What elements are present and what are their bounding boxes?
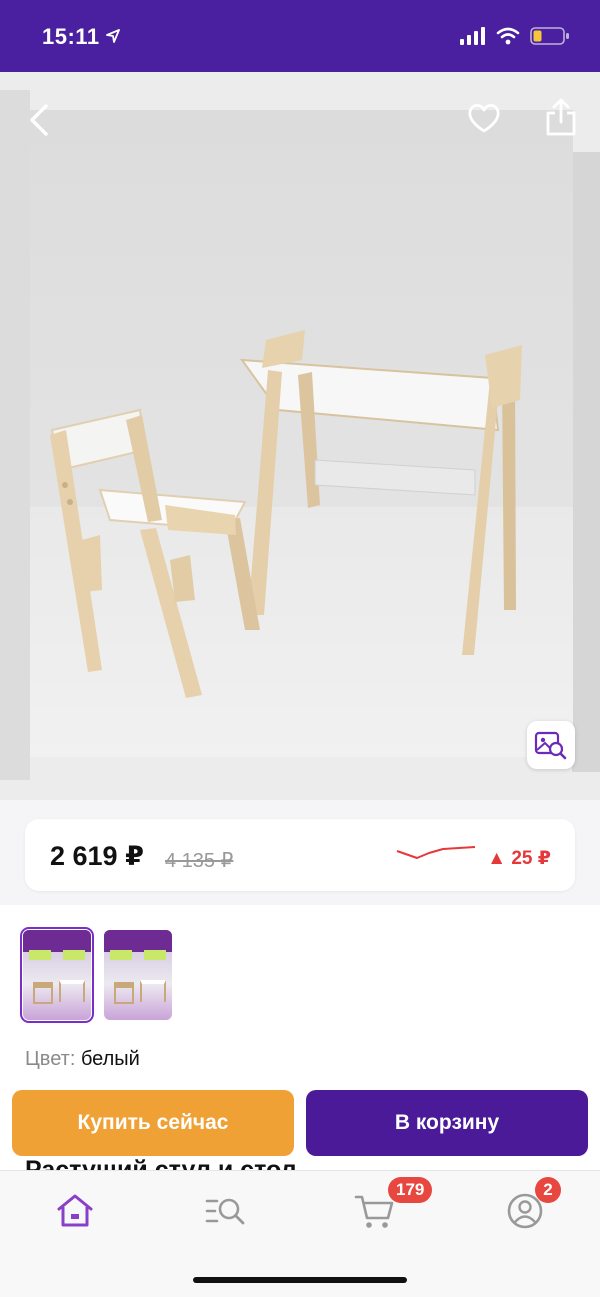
- color-selector: Цвет: белый: [25, 1048, 140, 1071]
- old-price: 4 135 ₽: [165, 850, 234, 872]
- next-photo-peek: [572, 152, 600, 772]
- share-icon: [546, 98, 576, 136]
- catalog-search-icon: [205, 1198, 245, 1225]
- home-icon: [57, 1194, 93, 1227]
- cellular-signal-icon: [460, 27, 485, 45]
- cart-badge: 179: [388, 1177, 433, 1203]
- variant-thumbnail-1[interactable]: [20, 927, 94, 1023]
- buy-now-button[interactable]: Купить сейчас: [12, 1090, 294, 1156]
- price-trend-chart: [396, 846, 476, 859]
- price-change: ▲ 25 ₽: [487, 848, 551, 869]
- heart-icon: [468, 103, 500, 133]
- profile-badge: 2: [535, 1177, 561, 1203]
- favorite-button[interactable]: [464, 98, 504, 138]
- location-arrow-icon: [106, 29, 121, 43]
- visual-search-button[interactable]: [527, 721, 575, 769]
- share-button[interactable]: [543, 96, 579, 138]
- previous-photo-peek: [0, 90, 30, 780]
- status-bar: 15:11: [0, 0, 600, 72]
- color-value: белый: [80, 1048, 140, 1070]
- variant-thumbnail-2[interactable]: [104, 930, 172, 1020]
- tab-home[interactable]: [53, 1191, 97, 1231]
- add-to-cart-button[interactable]: В корзину: [306, 1090, 588, 1156]
- home-indicator: [193, 1277, 407, 1283]
- price-card[interactable]: 2 619 ₽ 4 135 ₽ ▲ 25 ₽: [25, 819, 575, 891]
- chevron-left-icon: [30, 104, 48, 136]
- tab-catalog-search[interactable]: [203, 1191, 247, 1231]
- current-price: 2 619 ₽: [50, 841, 144, 871]
- battery-low-icon: [530, 27, 569, 45]
- desk-and-chair-illustration: [50, 330, 522, 698]
- color-label: Цвет:: [25, 1048, 76, 1070]
- image-search-icon: [534, 731, 567, 760]
- wifi-icon: [496, 27, 520, 45]
- back-button[interactable]: [22, 100, 58, 140]
- product-photo-gallery[interactable]: [0, 72, 600, 800]
- status-time: 15:11: [42, 24, 121, 50]
